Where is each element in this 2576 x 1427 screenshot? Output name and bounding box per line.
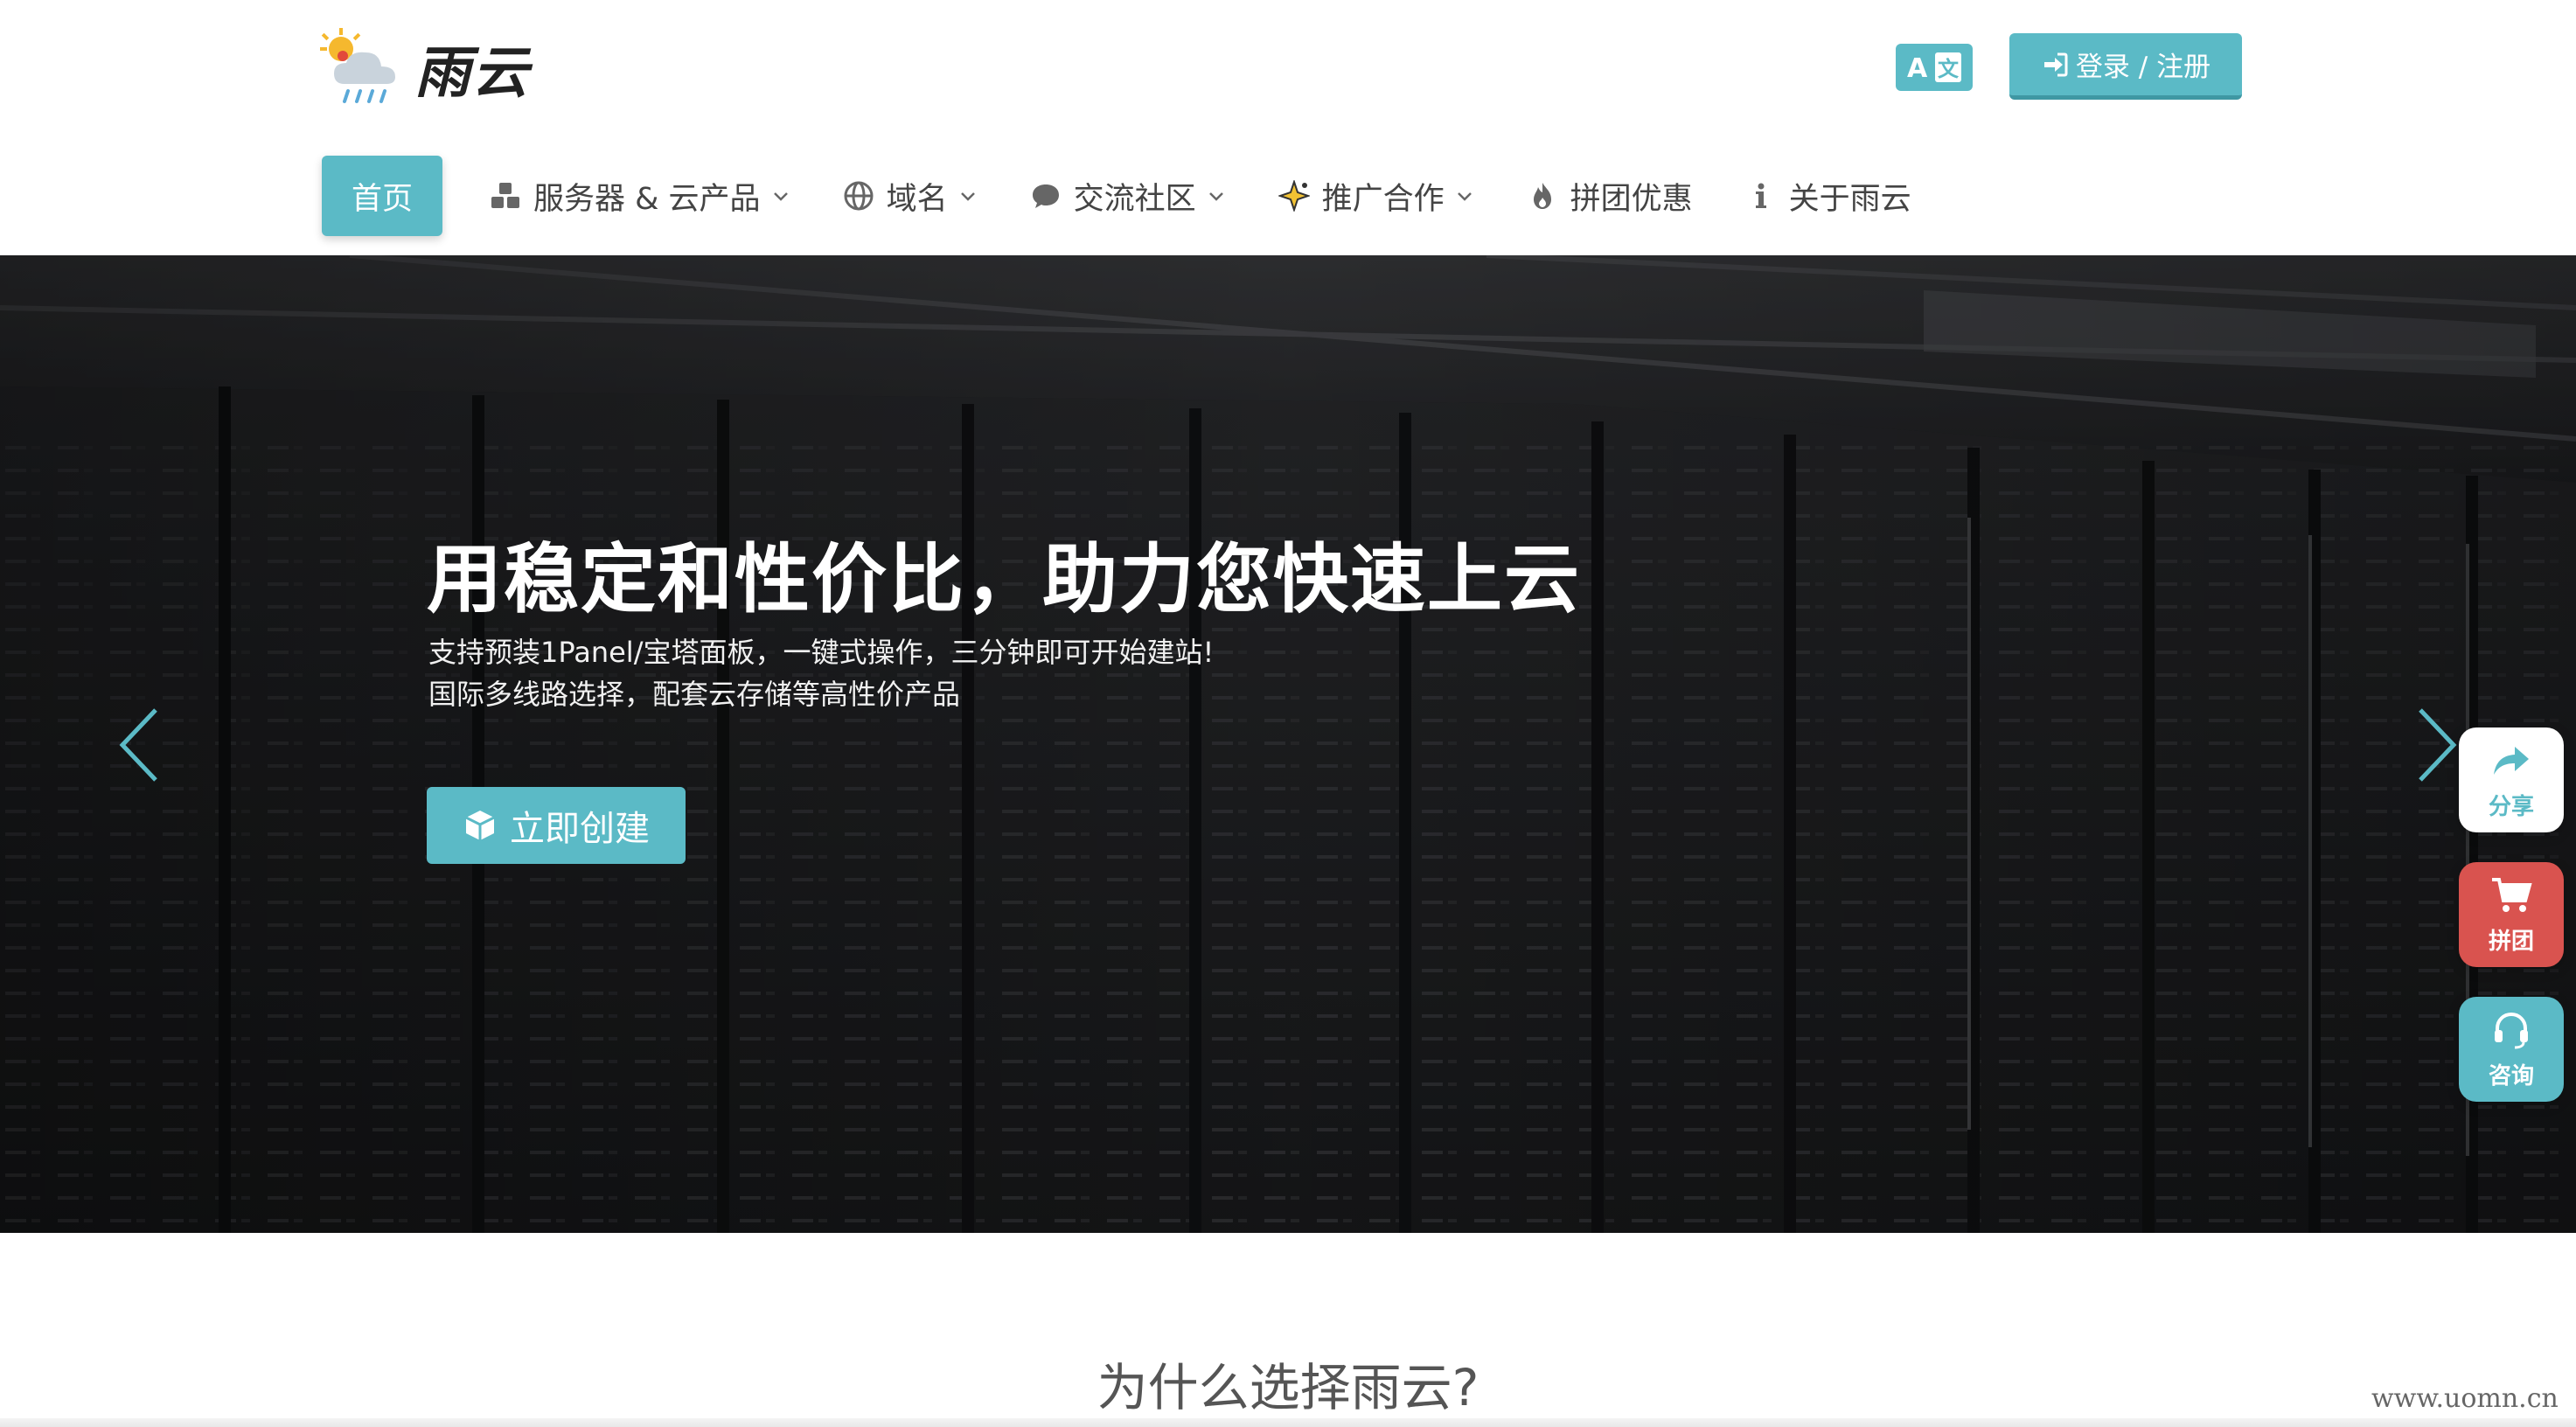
site-header: 雨云 A 文 登录 / 注册 首页 服务器 & 云产品 域名 交流社区 推广合作… [0,0,2576,255]
site-logo[interactable]: 雨云 [318,26,530,110]
nav-item-servers[interactable]: 服务器 & 云产品 [490,156,790,236]
bottom-divider [0,1418,2576,1427]
carousel-next-arrow-icon[interactable] [2410,703,2462,787]
hero-subtitle-line: 支持预装1Panel/宝塔面板，一键式操作，三分钟即可开始建站! [428,636,1215,669]
brand-name: 雨云 [414,41,530,106]
group-buy-button[interactable]: 拼团 [2459,862,2564,967]
nav-item-label: 推广合作 [1321,181,1445,217]
why-choose-title: 为什么选择雨云? [1097,1358,1479,1417]
login-register-button[interactable]: 登录 / 注册 [2009,33,2242,100]
chevron-down-icon [1208,192,1223,201]
create-now-label: 立即创建 [510,809,650,849]
login-register-label: 登录 / 注册 [2075,52,2211,83]
nav-item-group-buy[interactable]: 拼团优惠 [1527,156,1693,236]
sign-in-icon [2043,52,2068,76]
nav-item-label: 首页 [352,181,414,217]
hero-banner: 用稳定和性价比，助力您快速上云 支持预装1Panel/宝塔面板，一键式操作，三分… [0,255,2576,1233]
consult-label: 咨询 [2488,1062,2534,1089]
svg-text:文: 文 [1938,57,1960,81]
nav-item-label: 交流社区 [1073,181,1196,217]
watermark: www.uomn.cn [2371,1383,2559,1414]
nav-item-label: 拼团优惠 [1570,181,1693,217]
nav-item-label: 域名 [886,181,948,217]
hero-subtitle: 支持预装1Panel/宝塔面板，一键式操作，三分钟即可开始建站! 国际多线路选择… [428,631,1214,715]
nav-item-about[interactable]: 关于雨云 [1745,156,1911,236]
info-icon [1755,183,1766,208]
datacenter-background-image [0,255,2576,1233]
language-switch-button[interactable]: A 文 [1896,44,1973,91]
main-nav: 首页 服务器 & 云产品 域名 交流社区 推广合作 拼团优惠 关于雨云 [322,156,1964,236]
nav-item-label: 服务器 & 云产品 [533,181,761,217]
box-icon [465,811,495,840]
nav-item-label: 关于雨云 [1788,181,1911,217]
group-buy-label: 拼团 [2488,928,2534,955]
nav-item-domain[interactable]: 域名 [843,156,978,236]
hero-subtitle-line: 国际多线路选择，配套云存储等高性价产品 [428,678,961,711]
share-button[interactable]: 分享 [2459,727,2564,832]
chevron-down-icon [960,192,975,201]
fire-icon [1533,183,1551,209]
create-now-button[interactable]: 立即创建 [427,787,686,864]
cloud-sun-rain-icon [320,28,395,103]
sparkle-icon [1278,180,1310,212]
nav-item-affiliate[interactable]: 推广合作 [1278,156,1474,236]
globe-icon [844,181,874,211]
chevron-down-icon [773,192,788,201]
share-label: 分享 [2488,793,2534,820]
comment-icon [1032,184,1059,208]
nav-item-home[interactable]: 首页 [322,156,443,236]
translate-icon: A 文 [1907,52,1961,84]
svg-text:A: A [1907,53,1928,84]
headset-icon [2495,1012,2528,1048]
hero-title: 用稳定和性价比，助力您快速上云 [427,536,1581,623]
cubes-icon [491,183,520,208]
consult-button[interactable]: 咨询 [2459,997,2564,1102]
nav-item-community[interactable]: 交流社区 [1030,156,1226,236]
cart-icon [2492,877,2532,912]
chevron-down-icon [1457,192,1472,201]
share-icon [2494,746,2529,775]
carousel-prev-arrow-icon[interactable] [114,703,166,787]
